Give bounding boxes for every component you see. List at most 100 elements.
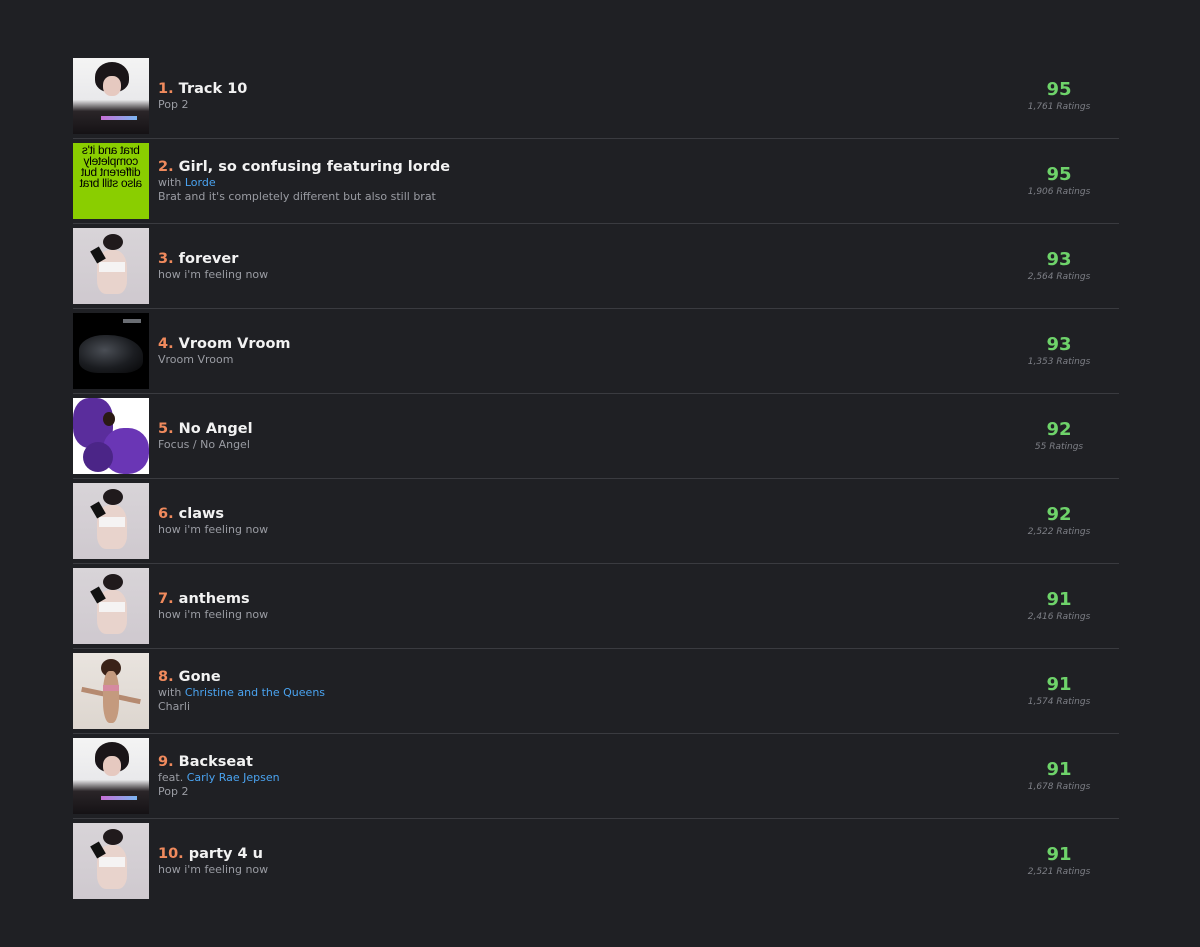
track-title[interactable]: Girl, so confusing featuring lorde xyxy=(179,159,450,175)
ratings-count: 1,353 Ratings xyxy=(1027,356,1091,367)
cover-gradient-bar xyxy=(101,796,137,800)
cover-gradient-bar xyxy=(101,116,137,120)
track-row[interactable]: 10. party 4 u how i'm feeling now 91 2,521 … xyxy=(73,819,1119,903)
track-info: 8. Gone with Christine and the Queens Char… xyxy=(158,668,1119,714)
score-block: 91 2,521 Ratings xyxy=(1019,819,1099,903)
track-score: 93 xyxy=(1046,248,1072,270)
album-cover[interactable] xyxy=(73,823,149,899)
score-block: 92 55 Ratings xyxy=(1019,394,1099,478)
track-title-line: 1. Track 10 xyxy=(158,80,1119,98)
collab-artist-link[interactable]: Christine and the Queens xyxy=(185,686,325,699)
track-album[interactable]: how i'm feeling now xyxy=(158,523,1119,537)
track-info: 4. Vroom Vroom Vroom Vroom xyxy=(158,335,1119,367)
track-album[interactable]: Focus / No Angel xyxy=(158,438,1119,452)
cover-figure-body xyxy=(103,671,119,723)
cover-figure-hair xyxy=(103,574,123,590)
track-album[interactable]: Pop 2 xyxy=(158,785,1119,799)
track-title[interactable]: Vroom Vroom xyxy=(179,336,291,352)
track-album[interactable]: Brat and it's completely different but a… xyxy=(158,190,1119,204)
track-album[interactable]: how i'm feeling now xyxy=(158,863,1119,877)
track-info: 9. Backseat feat. Carly Rae Jepsen Pop 2 xyxy=(158,753,1119,799)
track-score: 95 xyxy=(1046,163,1072,185)
track-score: 91 xyxy=(1046,758,1072,780)
cover-figure-hair xyxy=(103,489,123,505)
track-title[interactable]: Track 10 xyxy=(179,81,248,97)
track-row[interactable]: 4. Vroom Vroom Vroom Vroom 93 1,353 Ratings xyxy=(73,309,1119,394)
track-title[interactable]: No Angel xyxy=(179,421,253,437)
track-title-line: 7. anthems xyxy=(158,590,1119,608)
ratings-count: 1,906 Ratings xyxy=(1027,186,1091,197)
track-row[interactable]: 5. No Angel Focus / No Angel 92 55 Ratings xyxy=(73,394,1119,479)
track-row[interactable]: brat and it's completely different but a… xyxy=(73,139,1119,224)
track-album[interactable]: how i'm feeling now xyxy=(158,268,1119,282)
ratings-count: 2,564 Ratings xyxy=(1027,271,1091,282)
score-block: 95 1,761 Ratings xyxy=(1019,54,1099,138)
cover-figure-bikini xyxy=(103,685,119,691)
track-rank: 1. xyxy=(158,81,174,97)
ratings-count: 1,574 Ratings xyxy=(1027,696,1091,707)
track-rank: 6. xyxy=(158,506,174,522)
track-album[interactable]: how i'm feeling now xyxy=(158,608,1119,622)
track-title-line: 2. Girl, so confusing featuring lorde xyxy=(158,158,1119,176)
score-block: 93 2,564 Ratings xyxy=(1019,224,1099,308)
track-row[interactable]: 8. Gone with Christine and the Queens Char… xyxy=(73,649,1119,734)
album-cover[interactable] xyxy=(73,58,149,134)
collab-artist-link[interactable]: Lorde xyxy=(185,176,216,189)
ratings-count: 2,521 Ratings xyxy=(1027,866,1091,877)
collab-artist-link[interactable]: Carly Rae Jepsen xyxy=(187,771,280,784)
track-album[interactable]: Vroom Vroom xyxy=(158,353,1119,367)
track-score: 91 xyxy=(1046,673,1072,695)
album-cover[interactable] xyxy=(73,738,149,814)
track-rank: 5. xyxy=(158,421,174,437)
cover-figure-top xyxy=(99,262,125,272)
track-title[interactable]: party 4 u xyxy=(189,846,263,862)
track-collab-line: with Lorde xyxy=(158,176,1119,190)
album-cover[interactable] xyxy=(73,398,149,474)
track-rank: 3. xyxy=(158,251,174,267)
album-cover[interactable] xyxy=(73,313,149,389)
track-album[interactable]: Charli xyxy=(158,700,1119,714)
album-cover[interactable] xyxy=(73,483,149,559)
cover-plate xyxy=(123,319,141,323)
track-row[interactable]: 6. claws how i'm feeling now 92 2,522 Ratin… xyxy=(73,479,1119,564)
track-row[interactable]: 9. Backseat feat. Carly Rae Jepsen Pop 2 91… xyxy=(73,734,1119,819)
cover-figure-top xyxy=(99,602,125,612)
score-block: 92 2,522 Ratings xyxy=(1019,479,1099,563)
track-title[interactable]: anthems xyxy=(179,591,250,607)
track-info: 3. forever how i'm feeling now xyxy=(158,250,1119,282)
score-block: 93 1,353 Ratings xyxy=(1019,309,1099,393)
score-block: 91 1,678 Ratings xyxy=(1019,734,1099,818)
score-block: 91 1,574 Ratings xyxy=(1019,649,1099,733)
track-title[interactable]: claws xyxy=(179,506,224,522)
track-title-line: 6. claws xyxy=(158,505,1119,523)
album-cover[interactable] xyxy=(73,653,149,729)
cover-figure-hair xyxy=(103,829,123,845)
cover-car xyxy=(79,335,143,373)
track-title-line: 4. Vroom Vroom xyxy=(158,335,1119,353)
ratings-count: 1,761 Ratings xyxy=(1027,101,1091,112)
ratings-count: 55 Ratings xyxy=(1034,441,1084,452)
track-info: 6. claws how i'm feeling now xyxy=(158,505,1119,537)
track-title[interactable]: Backseat xyxy=(179,754,253,770)
track-info: 5. No Angel Focus / No Angel xyxy=(158,420,1119,452)
album-cover[interactable] xyxy=(73,568,149,644)
track-score: 95 xyxy=(1046,78,1072,100)
score-block: 91 2,416 Ratings xyxy=(1019,564,1099,648)
collab-prefix: with xyxy=(158,686,182,699)
track-title[interactable]: Gone xyxy=(179,669,221,685)
ratings-count: 1,678 Ratings xyxy=(1027,781,1091,792)
track-list: 1. Track 10 Pop 2 95 1,761 Ratings brat and … xyxy=(73,54,1119,903)
track-rank: 9. xyxy=(158,754,174,770)
track-row[interactable]: 7. anthems how i'm feeling now 91 2,416 Rat… xyxy=(73,564,1119,649)
collab-prefix: with xyxy=(158,176,182,189)
track-row[interactable]: 1. Track 10 Pop 2 95 1,761 Ratings xyxy=(73,54,1119,139)
cover-figure-top xyxy=(99,517,125,527)
album-cover[interactable]: brat and it's completely different but a… xyxy=(73,143,149,219)
track-collab-line: with Christine and the Queens xyxy=(158,686,1119,700)
cover-figure-face xyxy=(103,76,121,96)
track-album[interactable]: Pop 2 xyxy=(158,98,1119,112)
track-title[interactable]: forever xyxy=(179,251,239,267)
track-row[interactable]: 3. forever how i'm feeling now 93 2,564 Rat… xyxy=(73,224,1119,309)
track-collab-line: feat. Carly Rae Jepsen xyxy=(158,771,1119,785)
album-cover[interactable] xyxy=(73,228,149,304)
